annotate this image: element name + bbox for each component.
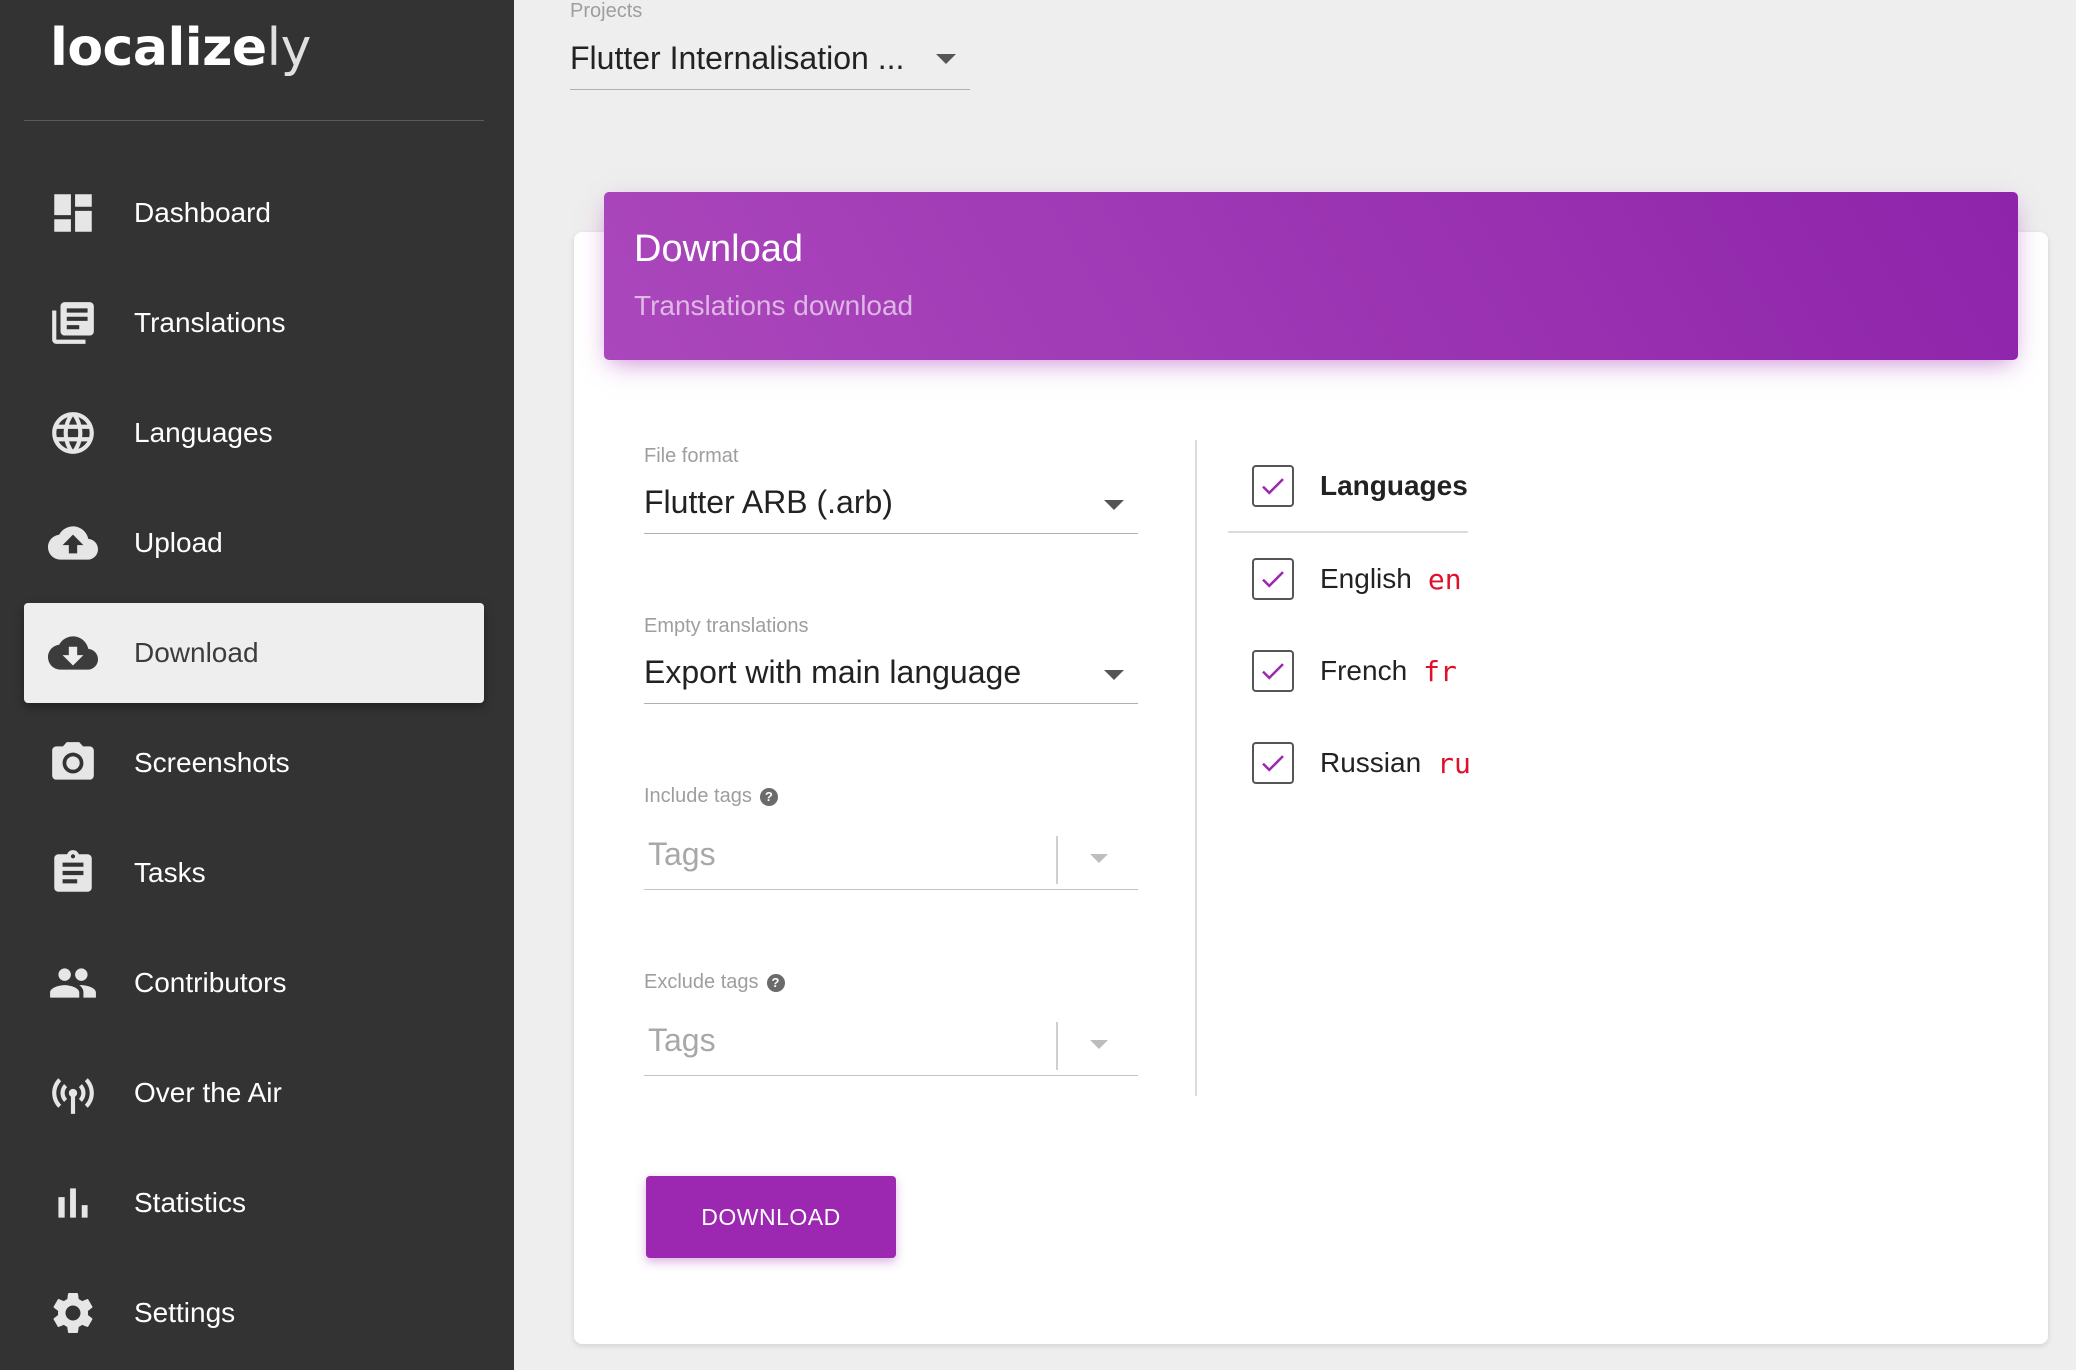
sidebar-item-statistics[interactable]: Statistics (24, 1153, 484, 1253)
help-icon[interactable]: ? (766, 973, 785, 992)
project-label: Projects (570, 0, 643, 22)
column-divider (1195, 440, 1197, 1096)
clipboard-icon (48, 848, 98, 898)
sidebar-item-contributors[interactable]: Contributors (24, 933, 484, 1033)
sidebar-item-tasks[interactable]: Tasks (24, 823, 484, 923)
check-icon (1262, 663, 1284, 680)
dashboard-icon (48, 188, 98, 238)
chevron-down-icon[interactable] (1090, 854, 1108, 863)
file-format-value: Flutter ARB (.arb) (644, 484, 893, 520)
empty-translations-label: Empty translations (644, 615, 809, 638)
language-checkbox[interactable] (1252, 558, 1294, 600)
globe-icon (48, 408, 98, 458)
people-icon (48, 958, 98, 1008)
exclude-tags-label: Exclude tags ? (644, 971, 785, 994)
sidebar-item-upload[interactable]: Upload (24, 493, 484, 593)
language-checkbox[interactable] (1252, 742, 1294, 784)
exclude-tags-input[interactable]: Tags (644, 1006, 1138, 1076)
languages-divider (1228, 531, 1468, 533)
empty-translations-value: Export with main language (644, 654, 1022, 690)
sidebar-item-label: Languages (134, 417, 273, 448)
check-icon (1262, 755, 1284, 772)
languages-select-all[interactable]: Languages (1252, 464, 1468, 508)
card-header: Download Translations download (604, 192, 2018, 360)
sidebar-item-label: Download (134, 637, 259, 668)
sidebar-item-label: Statistics (134, 1187, 247, 1218)
exclude-tags-label-text: Exclude tags (644, 971, 759, 993)
language-name: English (1320, 563, 1412, 594)
sidebar: localizely Dashboard Translations Langua… (0, 0, 514, 1370)
tags-separator (1056, 836, 1058, 884)
empty-translations-select[interactable]: Export with main language (644, 644, 1138, 704)
sidebar-item-label: Over the Air (134, 1077, 282, 1108)
tags-separator (1056, 1022, 1058, 1070)
chevron-down-icon (1104, 500, 1124, 510)
languages-header: Languages (1320, 470, 1468, 501)
bar-chart-icon (48, 1178, 98, 1228)
language-code: ru (1437, 746, 1471, 780)
sidebar-item-label: Translations (134, 307, 286, 338)
sidebar-item-languages[interactable]: Languages (24, 383, 484, 483)
logo-suffix-text: ly (266, 18, 312, 78)
include-tags-placeholder: Tags (648, 836, 716, 872)
sidebar-item-dashboard[interactable]: Dashboard (24, 163, 484, 263)
sidebar-item-label: Upload (134, 527, 223, 558)
card-title: Download (634, 228, 803, 270)
cloud-upload-icon (48, 518, 98, 568)
language-row-french[interactable]: French fr (1252, 649, 1457, 693)
sidebar-item-label: Screenshots (134, 747, 290, 778)
empty-translations-label-text: Empty translations (644, 615, 809, 637)
sidebar-item-label: Dashboard (134, 197, 271, 228)
gear-icon (48, 1288, 98, 1338)
sidebar-item-label: Contributors (134, 967, 287, 998)
language-name: Russian (1320, 747, 1422, 778)
chevron-down-icon (1104, 670, 1124, 680)
antenna-icon (48, 1068, 98, 1118)
select-all-checkbox[interactable] (1252, 465, 1294, 507)
language-code: en (1427, 562, 1462, 596)
download-button[interactable]: DOWNLOAD (646, 1176, 896, 1258)
language-row-english[interactable]: English en (1252, 557, 1462, 601)
translations-icon (48, 298, 98, 348)
camera-icon (48, 738, 98, 788)
logo-main-text: localize (50, 18, 267, 78)
cloud-download-icon (48, 628, 98, 678)
language-checkbox[interactable] (1252, 650, 1294, 692)
file-format-label-text: File format (644, 445, 739, 467)
language-code: fr (1423, 654, 1457, 688)
sidebar-item-label: Settings (134, 1297, 236, 1328)
include-tags-input[interactable]: Tags (644, 820, 1138, 890)
file-format-select[interactable]: Flutter ARB (.arb) (644, 474, 1138, 534)
sidebar-item-translations[interactable]: Translations (24, 273, 484, 373)
card-subtitle: Translations download (634, 290, 914, 321)
include-tags-label-text: Include tags (644, 785, 752, 807)
sidebar-divider (24, 120, 484, 121)
sidebar-item-download[interactable]: Download (24, 603, 484, 703)
exclude-tags-placeholder: Tags (648, 1022, 716, 1058)
language-row-russian[interactable]: Russian ru (1252, 741, 1471, 785)
project-value: Flutter Internalisation ... (570, 40, 905, 76)
help-icon[interactable]: ? (759, 787, 778, 806)
project-select[interactable]: Flutter Internalisation ... (570, 30, 970, 90)
sidebar-nav: Dashboard Translations Languages Upload … (24, 163, 484, 1370)
sidebar-item-over-the-air[interactable]: Over the Air (24, 1043, 484, 1143)
language-name: French (1320, 655, 1408, 686)
chevron-down-icon[interactable] (1090, 1040, 1108, 1049)
sidebar-item-screenshots[interactable]: Screenshots (24, 713, 484, 813)
file-format-label: File format (644, 445, 738, 468)
chevron-down-icon (936, 54, 956, 64)
include-tags-label: Include tags ? (644, 785, 778, 808)
sidebar-item-settings[interactable]: Settings (24, 1263, 484, 1363)
logo[interactable]: localizely (50, 18, 311, 78)
check-icon (1262, 571, 1284, 588)
sidebar-item-label: Tasks (134, 857, 206, 888)
check-icon (1262, 478, 1284, 495)
